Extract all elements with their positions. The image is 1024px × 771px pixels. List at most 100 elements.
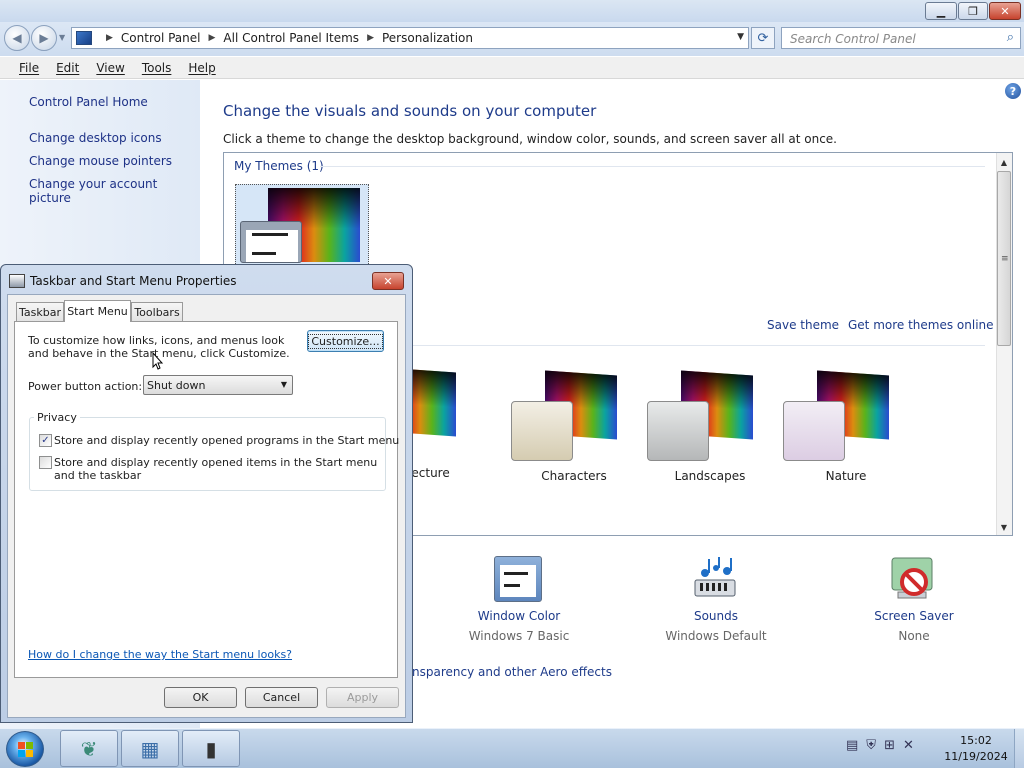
security-shield-icon[interactable]: ⛨ — [866, 738, 884, 753]
taskbar-app-properties[interactable]: ▮ — [182, 730, 240, 767]
window-titlebar — [0, 0, 1024, 22]
mouse-cursor-icon — [152, 351, 164, 374]
help-icon[interactable]: ? — [1005, 83, 1021, 99]
change-account-picture-link[interactable]: Change your account picture — [29, 177, 200, 205]
menu-help[interactable]: Help — [188, 61, 215, 75]
tab-toolbars[interactable]: Toolbars — [131, 302, 183, 322]
action-center-icon[interactable]: ▤ — [846, 738, 866, 753]
menu-tools[interactable]: Tools — [142, 61, 172, 75]
control-panel-home-link[interactable]: Control Panel Home — [29, 95, 148, 109]
breadcrumb-separator-icon[interactable]: ▶ — [106, 33, 113, 43]
screen-saver-value: None — [898, 629, 930, 643]
recent-items-checkbox[interactable] — [39, 456, 52, 469]
page-title: Change the visuals and sounds on your co… — [223, 102, 597, 120]
refresh-icon: ⟳ — [757, 30, 769, 46]
search-icon[interactable]: ⌕ — [1007, 30, 1014, 45]
close-button[interactable]: ✕ — [989, 2, 1021, 20]
menu-view[interactable]: View — [96, 61, 124, 75]
start-menu-help-link[interactable]: How do I change the way the Start menu l… — [28, 648, 292, 661]
start-button[interactable] — [6, 731, 44, 767]
scrollbar-grip-icon: ≡ — [1001, 254, 1009, 264]
recent-items-label[interactable]: Store and display recently opened items … — [54, 456, 379, 482]
theme-name: Landscapes — [674, 469, 746, 483]
power-button-label: Power button action: — [28, 380, 143, 393]
search-placeholder: Search Control Panel — [790, 32, 916, 46]
sounds-icon[interactable] — [691, 556, 739, 602]
tab-start-menu[interactable]: Start Menu — [64, 300, 131, 322]
theme-color-swatch — [783, 401, 845, 461]
change-desktop-icons-link[interactable]: Change desktop icons — [29, 131, 162, 145]
recent-programs-label[interactable]: Store and display recently opened progra… — [54, 434, 399, 447]
close-icon: ✕ — [383, 274, 393, 288]
save-theme-link[interactable]: Save theme — [767, 318, 839, 332]
my-themes-heading: My Themes (1) — [234, 159, 324, 173]
taskbar-app-dragon[interactable]: ❦ — [60, 730, 118, 767]
show-desktop-button[interactable] — [1014, 729, 1024, 768]
screen-saver-setting[interactable]: Screen Saver None — [853, 609, 975, 643]
sounds-setting[interactable]: Sounds Windows Default — [655, 609, 777, 643]
recent-programs-checkbox[interactable]: ✓ — [39, 434, 52, 447]
theme-landscapes[interactable]: Landscapes — [647, 370, 777, 483]
notification-area[interactable]: ▤⛨⊞✕ — [846, 738, 922, 753]
window-color-icon[interactable] — [494, 556, 542, 602]
address-dropdown-icon[interactable]: ▼ — [737, 32, 744, 42]
clock-time: 15:02 — [960, 734, 992, 747]
dialog-title: Taskbar and Start Menu Properties — [30, 274, 237, 288]
control-panel-icon: ▦ — [140, 736, 160, 761]
maximize-button[interactable]: ❐ — [958, 2, 988, 20]
breadcrumb-personalization[interactable]: Personalization — [382, 31, 473, 45]
theme-nature[interactable]: Nature — [783, 370, 913, 483]
get-more-themes-link[interactable]: Get more themes online — [848, 318, 994, 332]
recent-pages-chevron-icon[interactable]: ▼ — [59, 33, 65, 42]
dialog-close-button[interactable]: ✕ — [372, 272, 404, 290]
back-button[interactable]: ◀ — [4, 25, 30, 51]
taskbar-app-control-panel[interactable]: ▦ — [121, 730, 179, 767]
sounds-label[interactable]: Sounds — [655, 609, 777, 623]
power-button-select[interactable]: Shut down ▼ — [143, 375, 293, 395]
system-clock[interactable]: 15:02 11/19/2024 — [940, 733, 1012, 765]
window-color-setting[interactable]: Window Color Windows 7 Basic — [458, 609, 580, 643]
scroll-up-arrow-icon[interactable]: ▲ — [996, 154, 1012, 170]
customize-button[interactable]: Customize... — [307, 330, 384, 352]
tab-taskbar[interactable]: Taskbar — [16, 302, 64, 322]
theme-color-swatch — [511, 401, 573, 461]
windows-logo-icon — [18, 742, 33, 757]
screen-saver-label[interactable]: Screen Saver — [853, 609, 975, 623]
cancel-button[interactable]: Cancel — [245, 687, 318, 708]
taskbar-properties-icon — [9, 274, 25, 288]
window-color-label[interactable]: Window Color — [458, 609, 580, 623]
menu-bar: File Edit View Tools Help — [0, 57, 1024, 79]
customize-button-label: Customize... — [308, 333, 383, 349]
privacy-group-label: Privacy — [34, 411, 80, 424]
dragon-icon: ❦ — [80, 736, 98, 761]
control-panel-icon — [76, 31, 92, 45]
window-color-value: Windows 7 Basic — [468, 629, 570, 643]
volume-muted-icon[interactable]: ✕ — [903, 738, 922, 753]
network-icon[interactable]: ⊞ — [884, 738, 903, 753]
divider — [320, 166, 985, 167]
divider — [410, 345, 985, 346]
clock-date: 11/19/2024 — [944, 750, 1008, 763]
breadcrumb-separator-icon[interactable]: ▶ — [209, 33, 216, 43]
menu-edit[interactable]: Edit — [56, 61, 79, 75]
theme-name: Characters — [541, 469, 607, 483]
refresh-button[interactable]: ⟳ — [751, 27, 775, 49]
theme-characters[interactable]: Characters — [511, 370, 641, 483]
apply-button[interactable]: Apply — [326, 687, 399, 708]
page-subtitle: Click a theme to change the desktop back… — [223, 132, 837, 146]
ok-button[interactable]: OK — [164, 687, 237, 708]
scroll-down-arrow-icon[interactable]: ▼ — [996, 519, 1012, 535]
minimize-button[interactable]: ▁ — [925, 2, 957, 20]
screen-saver-icon[interactable] — [890, 556, 938, 602]
address-bar[interactable]: ▶ Control Panel ▶ All Control Panel Item… — [71, 27, 749, 49]
theme-name: Nature — [825, 469, 867, 483]
breadcrumb-control-panel[interactable]: Control Panel — [121, 31, 201, 45]
breadcrumb-separator-icon[interactable]: ▶ — [367, 33, 374, 43]
forward-button[interactable]: ▶ — [31, 25, 57, 51]
breadcrumb-all-items[interactable]: All Control Panel Items — [223, 31, 359, 45]
transparency-aero-link[interactable]: nsparency and other Aero effects — [412, 665, 612, 679]
menu-file[interactable]: File — [19, 61, 39, 75]
change-mouse-pointers-link[interactable]: Change mouse pointers — [29, 154, 172, 168]
search-input[interactable]: Search Control Panel ⌕ — [781, 27, 1021, 49]
power-button-value: Shut down — [147, 379, 206, 392]
